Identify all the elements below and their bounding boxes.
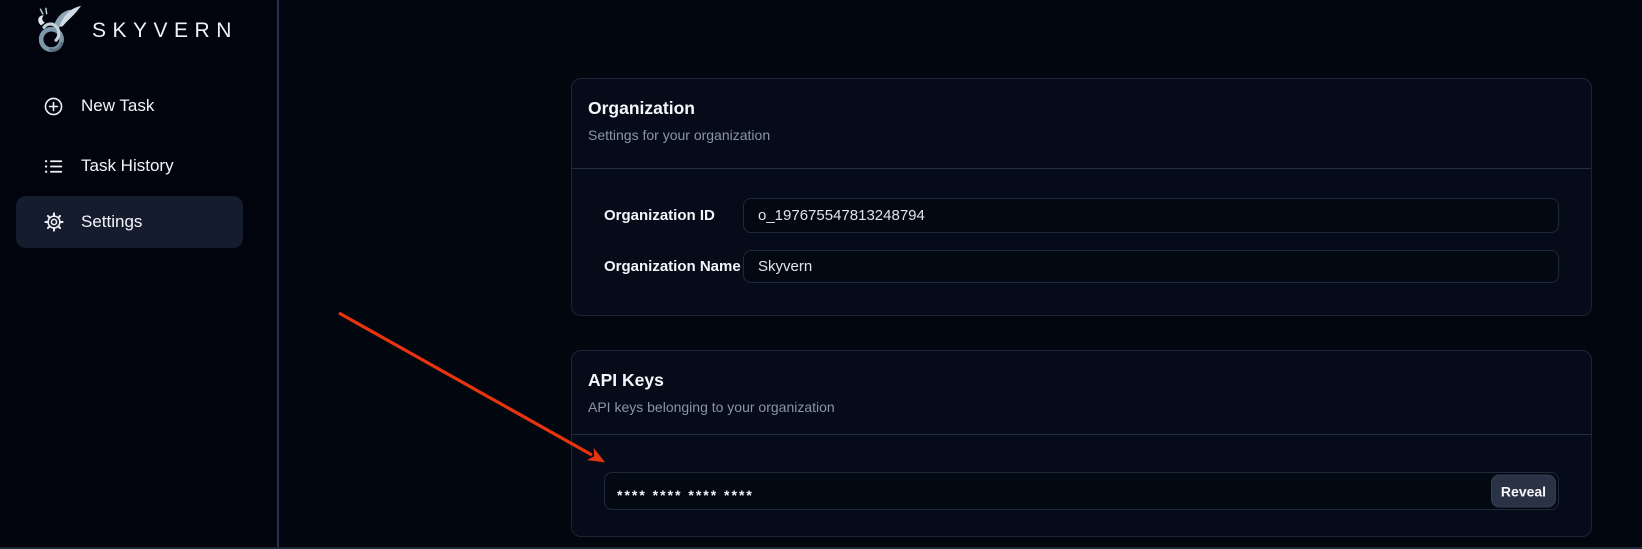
- api-key-row: Reveal: [604, 472, 1559, 510]
- sidebar-item-label: Task History: [81, 156, 174, 176]
- api-keys-card: API Keys API keys belonging to your orga…: [571, 350, 1592, 537]
- organization-card-title: Organization: [588, 97, 1575, 119]
- organization-card-subtitle: Settings for your organization: [588, 125, 1575, 145]
- api-keys-card-title: API Keys: [588, 369, 1575, 391]
- organization-card-header: Organization Settings for your organizat…: [572, 79, 1591, 169]
- sidebar-item-settings[interactable]: Settings: [16, 196, 243, 248]
- logo-wordmark: SKYVERN: [92, 19, 238, 43]
- sidebar-item-new-task[interactable]: New Task: [16, 86, 243, 126]
- settings-page: SKYVERN New Task Task History: [0, 0, 1642, 549]
- skyvern-logo[interactable]: SKYVERN: [28, 3, 238, 59]
- gear-icon: [43, 212, 64, 233]
- organization-name-input[interactable]: [743, 250, 1559, 283]
- list-icon: [43, 156, 64, 177]
- reveal-button[interactable]: Reveal: [1491, 475, 1556, 508]
- sidebar-item-label: New Task: [81, 96, 154, 116]
- api-keys-card-subtitle: API keys belonging to your organization: [588, 397, 1575, 417]
- api-keys-card-header: API Keys API keys belonging to your orga…: [572, 351, 1591, 435]
- organization-card: Organization Settings for your organizat…: [571, 78, 1592, 316]
- sidebar-item-task-history[interactable]: Task History: [16, 146, 243, 186]
- organization-name-label: Organization Name: [604, 258, 743, 275]
- sidebar: SKYVERN New Task Task History: [0, 0, 279, 549]
- organization-id-label: Organization ID: [604, 207, 743, 224]
- organization-id-input[interactable]: [743, 198, 1559, 233]
- api-key-masked-input[interactable]: [604, 472, 1559, 510]
- organization-card-content: Organization ID Organization Name: [572, 169, 1591, 283]
- organization-name-row: Organization Name: [604, 250, 1559, 283]
- dragon-logo-icon: [28, 5, 84, 57]
- api-keys-card-content: Reveal: [572, 435, 1591, 510]
- sidebar-item-label: Settings: [81, 212, 142, 232]
- plus-circle-icon: [43, 96, 64, 117]
- organization-id-row: Organization ID: [604, 198, 1559, 233]
